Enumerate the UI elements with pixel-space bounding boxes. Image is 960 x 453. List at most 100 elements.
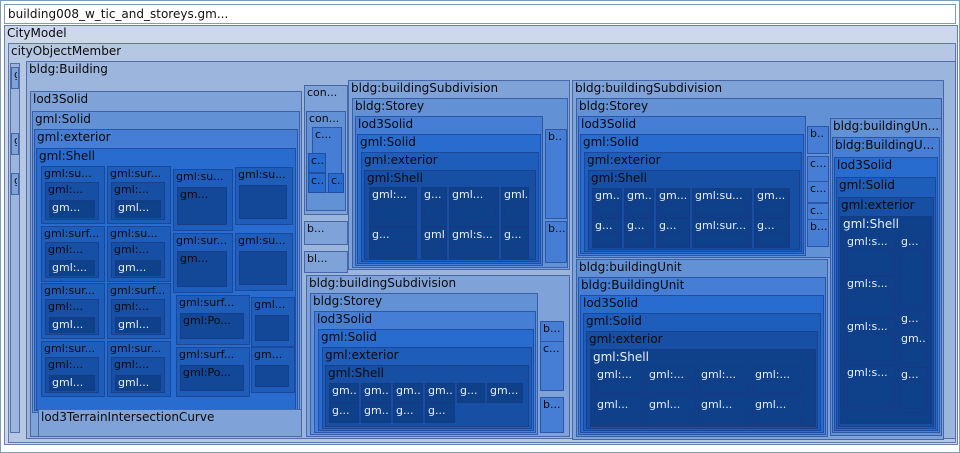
unit2-cell-inner-7[interactable] [901, 381, 925, 409]
sub2-cell-inner-6[interactable] [627, 232, 651, 246]
sub1-cell-inner-0[interactable] [372, 203, 414, 223]
col3-inner-3-label: gml:Po... [183, 366, 231, 379]
sub1-cell-inner-4[interactable] [372, 243, 414, 255]
surface-inner-7-label: gml:... [114, 358, 149, 371]
unit2-cell-inner-5[interactable] [901, 345, 925, 363]
surface-cell-4-label: gml:sur... [44, 284, 96, 297]
unit2-cell-5-label: gm... [901, 332, 926, 345]
sub3-cell-9-label: g... [428, 404, 446, 417]
surface-inner-4-label: gml:... [48, 300, 83, 313]
sub2-cell-inner-3[interactable] [695, 202, 749, 216]
surface-inner-6-label: gml:... [48, 358, 83, 371]
sub1-cell-inner-7[interactable] [504, 243, 526, 255]
unit2-exterior-label: gml:exterior [841, 198, 915, 212]
unit-cell-inner-1[interactable] [649, 381, 693, 393]
building-unit-2-label: bldg:buildingUn... [833, 119, 940, 133]
sub1-cell-inner-2[interactable] [452, 203, 496, 223]
building-unit-inner-label: bldg:BuildingUnit [581, 278, 685, 292]
col4-inner-2[interactable] [255, 315, 289, 341]
citymodel-frame-label: CityModel [7, 26, 67, 40]
sub2-cell-8-label: gml:sur... [695, 219, 747, 232]
col3-inner-2-label: gml:Po... [183, 314, 231, 327]
sub3-solid-label: gml:Solid [321, 330, 377, 344]
col4-cell-1-label: gml:su... [238, 234, 286, 247]
storey-3-label: bldg:Storey [313, 294, 383, 308]
unit2-cell-inner-0[interactable] [847, 248, 893, 276]
main-shell-label: gml:Shell [39, 149, 95, 163]
mid-col-5-label: c... [311, 174, 324, 187]
surface-cell-3-label: gml:su... [110, 227, 158, 240]
sub2-cell-inner-4[interactable] [757, 202, 787, 216]
unit2-cell-inner-1[interactable] [901, 248, 925, 306]
unit2-cell-2-label: gml:s... [847, 277, 888, 290]
sub3-side-3-label: b... [543, 398, 561, 411]
surface-cell-5-label: gml:surf... [110, 284, 166, 297]
sub2-cell-inner-5[interactable] [595, 232, 619, 246]
side-g1-label: g. [14, 68, 17, 81]
sub2-cell-inner-7[interactable] [659, 232, 687, 246]
building-unit-label: bldg:buildingUnit [579, 260, 682, 274]
sub2-shell-label: gml:Shell [591, 171, 647, 185]
unit2-cell-1-label: g... [901, 235, 919, 248]
sub2-cell-inner-2[interactable] [659, 202, 687, 216]
sub2-cell-2-label: gm... [659, 189, 688, 202]
subdivision-1-label: bldg:buildingSubdivision [351, 81, 499, 95]
unit-cell-inner-4[interactable] [597, 411, 641, 423]
unit2-cell-inner-4[interactable] [847, 333, 893, 361]
unit-cell-2-label: gml:... [701, 368, 736, 381]
sub2-cell-inner-9[interactable] [757, 232, 787, 246]
unit-cell-7-label: gml... [755, 398, 787, 411]
unit-cell-inner-7[interactable] [755, 411, 801, 423]
unit-cell-inner-5[interactable] [649, 411, 693, 423]
sub2-cell-inner-0[interactable] [595, 202, 619, 216]
sub3-cell-7-label: gm... [364, 404, 389, 417]
sub3-cell-4-label: g... [460, 384, 478, 397]
unit-cell-inner-0[interactable] [597, 381, 641, 393]
surface-inner2-6-label: gml... [52, 376, 84, 389]
sub2-cell-3-label: gml:su... [695, 189, 743, 202]
surface-inner2-4-label: gml... [52, 318, 84, 331]
sub1-solid-label: gml:Solid [360, 135, 416, 149]
unit-cell-inner-2[interactable] [701, 381, 747, 393]
sub2-cell-9-label: g... [757, 219, 775, 232]
sub1-lod3solid-label: lod3Solid [358, 117, 414, 131]
treemap-window: building008_w_tic_and_storeys.gm... City… [0, 0, 960, 453]
col4-inner-1[interactable] [239, 251, 287, 285]
col4-cell-2-label: gml... [254, 298, 286, 311]
col3-cell-1-label: gml:sur... [176, 234, 228, 247]
sub1-cell-inner-6[interactable] [452, 243, 496, 255]
unit2-cell-inner-2[interactable] [847, 290, 893, 318]
col3-inner-1-label: gm... [180, 252, 209, 265]
col3-cell-3-label: gml:surf... [179, 348, 235, 361]
sub1-cell-7-label: g... [504, 228, 522, 241]
surface-inner2-1-label: gml... [118, 201, 150, 214]
terrain-curve-label: lod3TerrainIntersectionCurve [41, 410, 215, 424]
surface-cell-2-label: gml:surf... [44, 227, 100, 240]
unit2-cell-inner-6[interactable] [847, 379, 893, 407]
building-unit-2-inner-label: bldg:BuildingU... [835, 138, 935, 152]
side-g3-label: g [14, 174, 17, 187]
sub1-cell-4-label: g... [372, 228, 390, 241]
sub2-cell-inner-1[interactable] [627, 202, 651, 216]
sub1-cell-inner-1[interactable] [424, 203, 444, 223]
sub2-cell-6-label: g... [627, 219, 645, 232]
sub2-cell-inner-8[interactable] [695, 232, 749, 246]
sub3-cell-0-label: gm... [332, 384, 357, 397]
sub1-cell-inner-3[interactable] [504, 203, 526, 223]
sub1-shell-label: gml:Shell [367, 171, 423, 185]
side-strip[interactable] [10, 63, 20, 433]
unit-solid-label: gml:Solid [586, 314, 642, 328]
surface-cell-7-label: gml:sur... [110, 342, 162, 355]
unit-cell-inner-6[interactable] [701, 411, 747, 423]
sub3-cell-3-label: gm... [428, 384, 453, 397]
sub1-cell-6-label: gml:s... [452, 228, 493, 241]
col4-inner-0[interactable] [239, 185, 287, 219]
unit2-solid-label: gml:Solid [839, 178, 895, 192]
sub2-side-2-label: c... [810, 182, 827, 195]
storey-1-label: bldg:Storey [355, 99, 425, 113]
col4-inner-3[interactable] [255, 365, 289, 387]
unit2-cell-3-label: g... [901, 312, 919, 325]
surface-inner2-7-label: gml... [118, 376, 150, 389]
sub1-cell-inner-5[interactable] [424, 243, 444, 255]
unit-cell-inner-3[interactable] [755, 381, 801, 393]
